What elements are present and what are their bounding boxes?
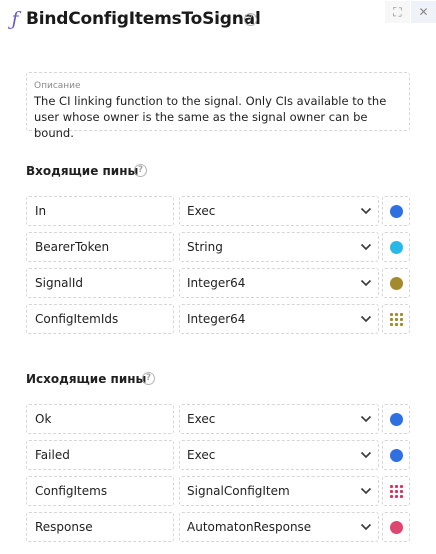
pin-type-value: Integer64 [187,276,246,290]
header: ƒ BindConfigItemsToSignal ? ⛶ ✕ [0,0,436,38]
pin-name-input[interactable]: ConfigItems [26,476,174,506]
pin-name-input[interactable]: In [26,196,174,226]
inputs-title: Входящие пины [26,164,139,178]
outputs-section-title: Исходящие пины ? [26,371,155,387]
pin-name-input[interactable]: Failed [26,440,174,470]
pin-type-select[interactable]: Integer64 [179,304,379,334]
function-icon: ƒ [11,8,19,30]
pin-row: BearerToken String [26,232,410,262]
pin-type-select[interactable]: SignalConfigItem [179,476,379,506]
pin-color-swatch[interactable] [382,404,410,434]
outputs-help-icon[interactable]: ? [142,372,155,385]
description-label: Описание [34,81,81,91]
chevron-down-icon [360,523,372,531]
pin-dot-icon [390,241,403,254]
pin-dot-icon [390,449,403,462]
pin-color-swatch[interactable] [382,512,410,542]
pin-type-value: SignalConfigItem [187,484,290,498]
pin-color-swatch[interactable] [382,268,410,298]
pin-dot-icon [390,521,403,534]
chevron-down-icon [360,451,372,459]
pin-type-value: String [187,240,223,254]
chevron-down-icon [360,487,372,495]
pin-color-swatch[interactable] [382,232,410,262]
pin-type-select[interactable]: Exec [179,440,379,470]
pin-type-value: Exec [187,412,216,426]
array-pin-icon [390,313,403,326]
pin-type-value: Exec [187,204,216,218]
pin-color-swatch[interactable] [382,196,410,226]
pin-color-swatch[interactable] [382,476,410,506]
pin-row: Failed Exec [26,440,410,470]
pin-color-swatch[interactable] [382,304,410,334]
pin-name-input[interactable]: Ok [26,404,174,434]
pin-row: In Exec [26,196,410,226]
pin-row: Ok Exec [26,404,410,434]
pin-name-input[interactable]: ConfigItemIds [26,304,174,334]
inputs-section-title: Входящие пины ? [26,163,147,179]
inputs-help-icon[interactable]: ? [134,164,147,177]
help-icon[interactable]: ? [244,13,257,26]
description-text[interactable]: The CI linking function to the signal. O… [34,93,402,141]
outputs-title: Исходящие пины [26,372,147,386]
chevron-down-icon [360,415,372,423]
pin-name-input[interactable]: BearerToken [26,232,174,262]
page-title: BindConfigItemsToSignal [26,9,261,29]
pin-dot-icon [390,205,403,218]
pin-dot-icon [390,277,403,290]
pin-type-select[interactable]: AutomatonResponse [179,512,379,542]
array-pin-icon [390,485,403,498]
pin-type-select[interactable]: Integer64 [179,268,379,298]
description-field[interactable]: Описание The CI linking function to the … [26,72,410,140]
pin-dot-icon [390,413,403,426]
chevron-down-icon [360,243,372,251]
pin-row: ConfigItemIds Integer64 [26,304,410,334]
pin-type-select[interactable]: Exec [179,404,379,434]
pin-row: Response AutomatonResponse [26,512,410,542]
pin-color-swatch[interactable] [382,440,410,470]
chevron-down-icon [360,279,372,287]
pin-type-select[interactable]: String [179,232,379,262]
pin-type-value: Exec [187,448,216,462]
pin-row: ConfigItems SignalConfigItem [26,476,410,506]
pin-name-input[interactable]: Response [26,512,174,542]
pin-type-select[interactable]: Exec [179,196,379,226]
close-icon[interactable]: ✕ [411,1,436,23]
pin-type-value: Integer64 [187,312,246,326]
chevron-down-icon [360,315,372,323]
pin-row: SignalId Integer64 [26,268,410,298]
chevron-down-icon [360,207,372,215]
expand-icon[interactable]: ⛶ [385,1,410,23]
pin-name-input[interactable]: SignalId [26,268,174,298]
pin-type-value: AutomatonResponse [187,520,312,534]
